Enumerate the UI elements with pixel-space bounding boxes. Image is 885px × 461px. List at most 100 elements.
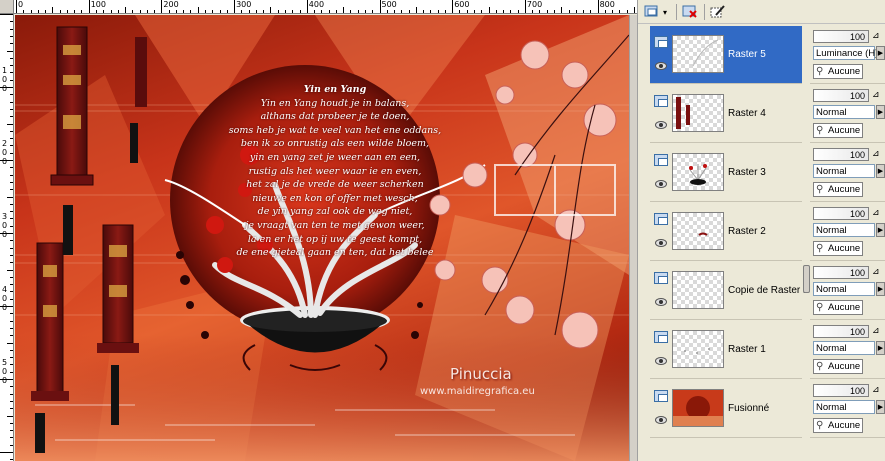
opacity-spin-icon[interactable]: ⊿ [872,207,880,218]
layer-row[interactable]: Raster 2 100 ⊿ Normal ▶ ⚲ Aucune [638,203,885,262]
ruler-tick-label: 5 0 0 [2,358,8,385]
layer-main-cell[interactable]: Raster 1 [650,321,802,379]
layer-main-cell[interactable]: Raster 3 [650,144,802,202]
delete-layer-icon[interactable] [680,3,700,21]
palette-splitter-handle[interactable] [803,265,810,293]
layer-row[interactable]: Raster 3 100 ⊿ Normal ▶ ⚲ Aucune [638,144,885,203]
ruler-tick [81,10,83,13]
layer-type-icon[interactable] [654,36,668,48]
eye-icon[interactable] [655,121,667,129]
blend-mode-select[interactable]: Normal [813,282,875,296]
blend-mode-arrow-icon[interactable]: ▶ [876,46,885,60]
new-layer-icon[interactable] [642,3,662,21]
opacity-spin-icon[interactable]: ⊿ [872,30,880,41]
layer-row[interactable]: Raster 1 100 ⊿ Normal ▶ ⚲ Aucune [638,321,885,380]
layer-group-select[interactable]: ⚲ Aucune [813,64,863,79]
eye-icon[interactable] [655,62,667,70]
ruler-tick [219,10,221,13]
opacity-spin-icon[interactable]: ⊿ [872,266,880,277]
ruler-tick [205,10,207,13]
ruler-tick [597,0,599,13]
image-canvas[interactable]: Yin en Yang Yin en Yang houdt je in bala… [15,15,629,461]
blend-mode-select[interactable]: Normal [813,164,875,178]
layer-group-select[interactable]: ⚲ Aucune [813,241,863,256]
ruler-tick [459,10,461,13]
eye-icon[interactable] [655,416,667,424]
opacity-slider[interactable]: 100 [813,384,869,397]
layer-type-icon[interactable] [654,154,668,166]
ruler-tick [284,10,286,13]
blend-mode-select[interactable]: Normal [813,223,875,237]
layer-group-select[interactable]: ⚲ Aucune [813,418,863,433]
blend-mode-arrow-icon[interactable]: ▶ [876,164,885,178]
layer-row[interactable]: Fusionné 100 ⊿ Normal ▶ ⚲ Aucune [638,380,885,439]
eye-icon[interactable] [655,298,667,306]
ruler-tick [415,7,417,13]
ruler-tick-label: 2 0 0 [2,139,8,166]
layer-thumbnail [672,271,724,309]
poem-line: rustig als het weer waar ie en even, [248,165,422,177]
layer-row[interactable]: Copie de Raster 1 100 ⊿ Normal ▶ ⚲ Aucun… [638,262,885,321]
ruler-tick [633,7,635,13]
layer-group-select[interactable]: ⚲ Aucune [813,359,863,374]
ruler-tick [10,459,13,461]
canvas-vertical-scrollbar[interactable] [629,15,637,461]
ruler-tick [10,320,13,322]
poem-line: althans dat probeer je te doen, [260,111,410,123]
opacity-spin-icon[interactable]: ⊿ [872,384,880,395]
ruler-tick-label: 600 [454,0,470,9]
layer-type-icon[interactable] [654,272,668,284]
blend-mode-select[interactable]: Normal [813,105,875,119]
ruler-tick [0,379,13,380]
ruler-tick-label: 500 [381,0,397,9]
layer-main-cell[interactable]: Raster 4 [650,85,802,143]
eye-icon[interactable] [655,357,667,365]
ruler-tick [466,10,468,13]
blend-mode-arrow-icon[interactable]: ▶ [876,282,885,296]
layer-row[interactable]: Raster 4 100 ⊿ Normal ▶ ⚲ Aucune [638,85,885,144]
layer-row[interactable]: Raster 5 100 ⊿ Luminance (H) ▶ ⚲ Aucune [638,26,885,85]
ruler-tick [16,0,17,13]
blend-mode-arrow-icon[interactable]: ▶ [876,105,885,119]
eye-icon[interactable] [655,180,667,188]
blend-mode-arrow-icon[interactable]: ▶ [876,341,885,355]
layer-type-icon[interactable] [654,213,668,225]
opacity-slider[interactable]: 100 [813,266,869,279]
layer-main-cell[interactable]: Fusionné [650,380,802,438]
blend-mode-select[interactable]: Normal [813,400,875,414]
layer-name: Raster 2 [728,226,766,237]
opacity-spin-icon[interactable]: ⊿ [872,325,880,336]
eye-icon[interactable] [655,239,667,247]
blend-mode-select[interactable]: Normal [813,341,875,355]
layer-main-cell[interactable]: Raster 5 [650,26,802,84]
link-icon: ⚲ [816,243,824,254]
ruler-tick [10,152,13,154]
layer-properties: 100 ⊿ Normal ▶ ⚲ Aucune [810,380,885,438]
layer-type-icon[interactable] [654,331,668,343]
ruler-tick [10,181,13,183]
layer-group-select[interactable]: ⚲ Aucune [813,300,863,315]
layer-main-cell[interactable]: Copie de Raster 1 [650,262,809,320]
layer-group-select[interactable]: ⚲ Aucune [813,123,863,138]
opacity-value: 100 [849,150,865,160]
dropdown-arrow-icon[interactable]: ▾ [660,3,670,21]
opacity-slider[interactable]: 100 [813,325,869,338]
opacity-spin-icon[interactable]: ⊿ [872,89,880,100]
opacity-slider[interactable]: 100 [813,148,869,161]
layer-type-icon[interactable] [654,390,668,402]
layer-group-select[interactable]: ⚲ Aucune [813,182,863,197]
edit-layer-icon[interactable] [708,3,728,21]
blend-mode-select[interactable]: Luminance (H) [813,46,878,60]
blend-mode-arrow-icon[interactable]: ▶ [876,400,885,414]
opacity-slider[interactable]: 100 [813,89,869,102]
opacity-slider[interactable]: 100 [813,30,869,43]
layer-main-cell[interactable]: Raster 2 [650,203,802,261]
opacity-spin-icon[interactable]: ⊿ [872,148,880,159]
opacity-slider[interactable]: 100 [813,207,869,220]
poem-line: nieuwe en kon of offer met wesch, [252,192,418,204]
layer-type-icon[interactable] [654,95,668,107]
ruler-tick [372,10,374,13]
ruler-tick [444,10,446,13]
poem-line: de ene gieteal gaan en ten, dat het bele… [236,247,434,259]
blend-mode-arrow-icon[interactable]: ▶ [876,223,885,237]
